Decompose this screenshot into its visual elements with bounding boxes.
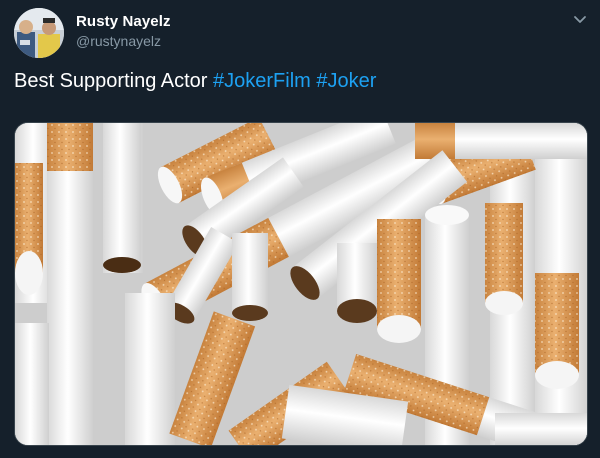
avatar-image: [14, 8, 64, 58]
author-handle[interactable]: @rustynayelz: [76, 33, 161, 49]
cigarettes-photo: [15, 123, 587, 445]
tweet-text-plain: Best Supporting Actor: [14, 70, 214, 92]
tweet-text: Best Supporting Actor #JokerFilm #Joker: [14, 70, 376, 93]
avatar[interactable]: [14, 8, 64, 58]
tweet-card: Rusty Nayelz @rustynayelz Best Supportin…: [0, 0, 600, 458]
chevron-down-icon[interactable]: [572, 14, 588, 26]
hashtag-joker[interactable]: #Joker: [316, 70, 376, 92]
tweet-media-image[interactable]: [14, 122, 588, 446]
author-display-name[interactable]: Rusty Nayelz: [76, 13, 171, 30]
hashtag-jokerfilm[interactable]: #JokerFilm: [213, 70, 311, 92]
